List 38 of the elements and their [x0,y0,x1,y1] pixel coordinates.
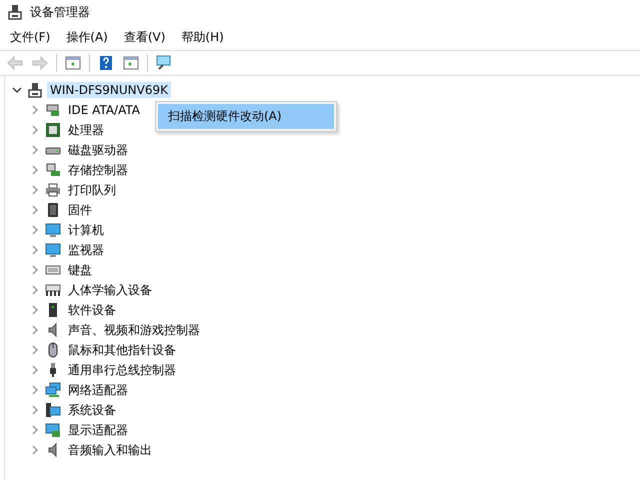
keyboard-icon [45,282,61,298]
tree-item[interactable]: 音频输入和输出 [65,440,155,460]
tree-item[interactable]: 处理器 [65,120,107,140]
tree-item[interactable]: 计算机 [65,220,107,240]
tree-item[interactable]: 声音、视频和游戏控制器 [65,320,203,340]
menu-item[interactable]: 操作(A) [58,26,116,48]
system-icon [45,402,61,418]
tree-item[interactable]: 监视器 [65,240,107,260]
printer-icon [45,182,61,198]
chip-icon [45,202,61,218]
tree-item[interactable]: 打印队列 [65,180,119,200]
menu-item[interactable]: 扫描检测硬件改动(A) [158,104,334,129]
network-icon [45,382,61,398]
tree-item[interactable]: 磁盘驱动器 [65,140,131,160]
tree-item[interactable]: 显示适配器 [65,420,131,440]
storage-controller-icon [45,162,61,178]
monitor-icon [45,242,61,258]
tree-item[interactable]: 鼠标和其他指针设备 [65,340,179,360]
menu-item[interactable]: 文件(F) [2,26,58,48]
monitor-icon [45,222,61,238]
tree-item[interactable]: 人体学输入设备 [65,280,155,300]
display-adapter-icon [45,422,61,438]
drive-board-icon [45,102,61,118]
menu-item[interactable]: 查看(V) [116,26,174,48]
app-icon [8,4,22,20]
processor-icon [45,122,61,138]
computer-icon [27,82,43,98]
tree-item[interactable]: WIN-DFS9NUNV69K [47,82,171,98]
menu-item[interactable]: 帮助(H) [173,26,232,48]
tree-item[interactable]: 键盘 [65,260,95,280]
tree-item[interactable]: 存储控制器 [65,160,131,180]
tree-item[interactable]: 软件设备 [65,300,119,320]
tree-item[interactable]: IDE ATA/ATA [65,102,143,118]
tree-item[interactable]: 固件 [65,200,95,220]
tree-item[interactable]: 通用串行总线控制器 [65,360,179,380]
tree-item[interactable]: 网络适配器 [65,380,131,400]
window-title: 设备管理器 [30,4,90,20]
tree-item[interactable]: 系统设备 [65,400,119,420]
